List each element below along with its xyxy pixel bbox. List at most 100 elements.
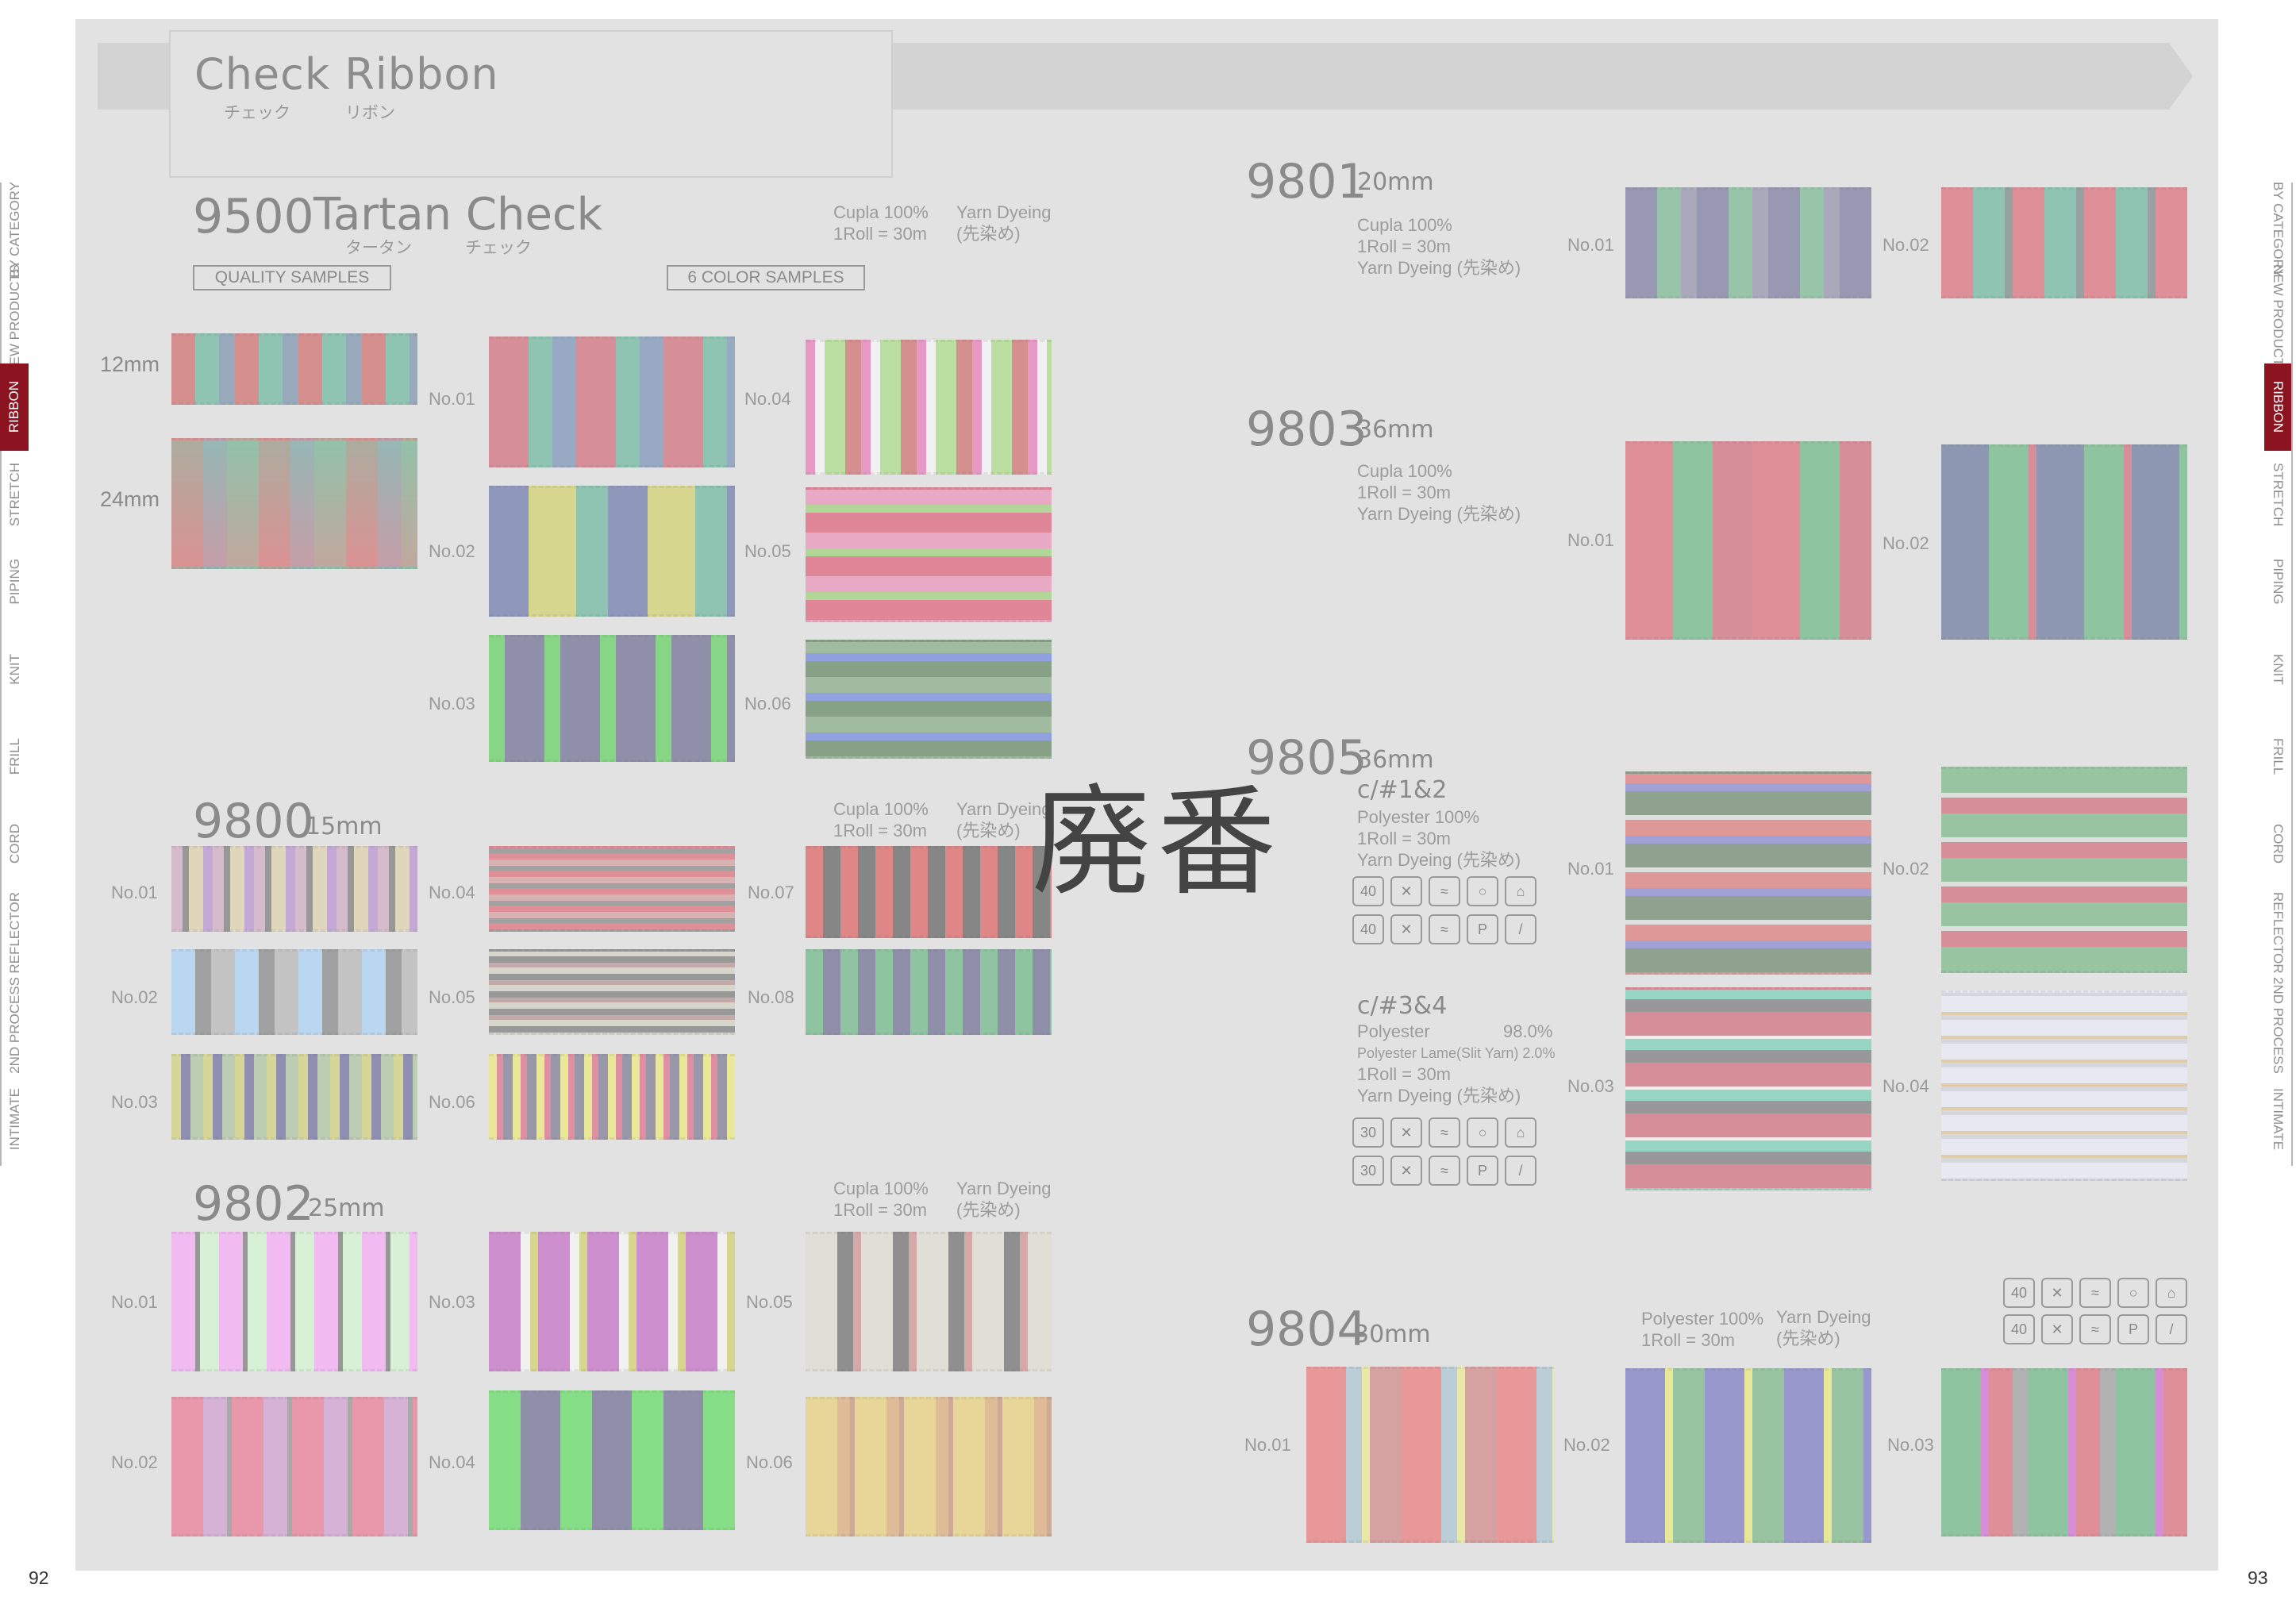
- label-no02: No.02: [1883, 859, 1929, 879]
- tab-piping[interactable]: PIPING: [0, 538, 29, 625]
- ribbon-swatch: [806, 487, 1052, 622]
- care-symbols-row5: 40 ✕ ≈ ○ ⌂: [2003, 1278, 2187, 1308]
- tab-new-products[interactable]: NEW PRODUCTS: [0, 264, 29, 375]
- ribbon-swatch: [806, 949, 1052, 1035]
- spec-dyeing-9804: Yarn Dyeing (先染め): [1776, 1307, 1871, 1348]
- tab-label: 2ND PROCESS: [2271, 977, 2286, 1074]
- tab-2nd-process[interactable]: 2ND PROCESS: [2264, 977, 2293, 1074]
- ribbon-swatch: [489, 1232, 735, 1371]
- label-no05: No.05: [746, 1292, 793, 1312]
- wash-icon: 40: [2003, 1314, 2035, 1344]
- tab-stretch[interactable]: STRETCH: [0, 451, 29, 538]
- label-no03: No.03: [111, 1092, 158, 1112]
- tab-cord[interactable]: CORD: [2264, 800, 2293, 887]
- tab-label: CORD: [7, 823, 22, 864]
- label-no03: No.03: [1567, 1076, 1614, 1096]
- product-width-9805: 36mm: [1357, 746, 1434, 774]
- tumble-dry-icon: ○: [2117, 1278, 2149, 1308]
- no-bleach-icon: ✕: [2041, 1278, 2073, 1308]
- tab-label: BY CATEGORY: [2271, 181, 2286, 278]
- ribbon-swatch: [806, 846, 1052, 938]
- tab-new-products[interactable]: NEW PRODUCTS: [2264, 264, 2293, 375]
- tab-ribbon[interactable]: RIBBON: [2264, 363, 2293, 451]
- product-number-9500: 9500: [193, 189, 314, 244]
- care-symbols-row3: 30 ✕ ≈ ○ ⌂: [1352, 1117, 1536, 1148]
- label-no04: No.04: [429, 883, 475, 902]
- ribbon-swatch: [1625, 1368, 1871, 1543]
- iron-icon: ≈: [2079, 1278, 2111, 1308]
- page-number-left: 92: [29, 1567, 49, 1588]
- tab-label: STRETCH: [7, 462, 22, 527]
- label-no04: No.04: [744, 389, 791, 409]
- spec-9805-34-material: Polyester: [1357, 1021, 1430, 1041]
- product-kana-1: タータン: [345, 239, 412, 257]
- tab-stretch[interactable]: STRETCH: [2264, 451, 2293, 538]
- tab-knit[interactable]: KNIT: [0, 625, 29, 713]
- label-no01: No.01: [1567, 859, 1614, 879]
- tab-reflector[interactable]: REFLECTOR: [0, 887, 29, 979]
- no-bleach-icon: ✕: [1390, 876, 1422, 906]
- label-no03: No.03: [429, 694, 475, 713]
- no-bleach-icon: ✕: [1390, 1156, 1422, 1186]
- page-number-right: 93: [2248, 1567, 2268, 1588]
- ribbon-swatch: [1941, 444, 2187, 640]
- ribbon-swatch: [171, 949, 417, 1035]
- tab-label: KNIT: [7, 653, 22, 685]
- iron-icon: ≈: [2079, 1314, 2111, 1344]
- ribbon-swatch: [171, 846, 417, 932]
- ribbon-swatch: [1625, 987, 1871, 1190]
- line-dry-icon: /: [1505, 914, 1536, 944]
- tab-2nd-process[interactable]: 2ND PROCESS: [0, 977, 29, 1074]
- tab-intimate[interactable]: INTIMATE: [2264, 1072, 2293, 1166]
- product-width-9801: 20mm: [1357, 168, 1434, 196]
- hang-dry-icon: ⌂: [1505, 876, 1536, 906]
- tab-ribbon[interactable]: RIBBON: [0, 363, 29, 451]
- tab-reflector[interactable]: REFLECTOR: [2264, 887, 2293, 979]
- tab-frill[interactable]: FRILL: [0, 713, 29, 800]
- tab-label: INTIMATE: [7, 1087, 22, 1151]
- tab-intimate[interactable]: INTIMATE: [0, 1072, 29, 1166]
- label-no06: No.06: [429, 1092, 475, 1112]
- line-dry-icon: /: [1505, 1156, 1536, 1186]
- tab-cord[interactable]: CORD: [0, 800, 29, 887]
- label-no01: No.01: [111, 883, 158, 902]
- title-kana-1: チェック: [224, 104, 290, 122]
- ribbon-swatch: [171, 1397, 417, 1536]
- wash-icon: 30: [1352, 1156, 1384, 1186]
- care-symbols-row2: 40 ✕ ≈ P /: [1352, 914, 1536, 944]
- tab-label: PIPING: [2271, 559, 2286, 605]
- ribbon-swatch: [489, 949, 735, 1035]
- ribbon-swatch: [171, 333, 417, 405]
- tab-label: REFLECTOR: [7, 892, 22, 974]
- ribbon-swatch: [1941, 1368, 2187, 1536]
- label-no01: No.01: [111, 1292, 158, 1312]
- spec-9800: Cupla 100% 1Roll = 30m: [833, 799, 929, 840]
- wash-icon: 30: [1352, 1117, 1384, 1148]
- ribbon-swatch: [806, 640, 1052, 759]
- no-bleach-icon: ✕: [2041, 1314, 2073, 1344]
- tab-by-category[interactable]: BY CATEGORY: [0, 182, 29, 277]
- care-symbols-row4: 30 ✕ ≈ P /: [1352, 1156, 1536, 1186]
- tab-label: 2ND PROCESS: [7, 977, 22, 1074]
- discontinued-stamp: 廃番: [1032, 774, 1283, 912]
- size-24mm: 24mm: [100, 487, 160, 511]
- tab-frill[interactable]: FRILL: [2264, 713, 2293, 800]
- product-width-9802: 25mm: [308, 1194, 385, 1222]
- product-name-9500: Tartan Check: [313, 189, 603, 240]
- page-title: Check Ribbon: [194, 49, 499, 99]
- spec-dyeing-9802: Yarn Dyeing (先染め): [956, 1179, 1052, 1220]
- tab-knit[interactable]: KNIT: [2264, 625, 2293, 713]
- tab-by-category[interactable]: BY CATEGORY: [2264, 181, 2293, 278]
- dry-clean-icon: P: [1467, 1156, 1498, 1186]
- ribbon-swatch: [1306, 1367, 1554, 1543]
- ribbon-swatch: [171, 1054, 417, 1140]
- spec-9805-12: Polyester 100% 1Roll = 30m Yarn Dyeing (…: [1357, 807, 1521, 870]
- label-no04: No.04: [1883, 1076, 1929, 1096]
- label-no02: No.02: [111, 987, 158, 1007]
- ribbon-swatch: [806, 1232, 1052, 1371]
- spec-dyeing-9500: Yarn Dyeing (先染め): [956, 202, 1052, 244]
- tab-piping[interactable]: PIPING: [2264, 538, 2293, 625]
- iron-icon: ≈: [1429, 914, 1460, 944]
- care-symbols-row6: 40 ✕ ≈ P /: [2003, 1314, 2187, 1344]
- label-no03: No.03: [1887, 1435, 1934, 1455]
